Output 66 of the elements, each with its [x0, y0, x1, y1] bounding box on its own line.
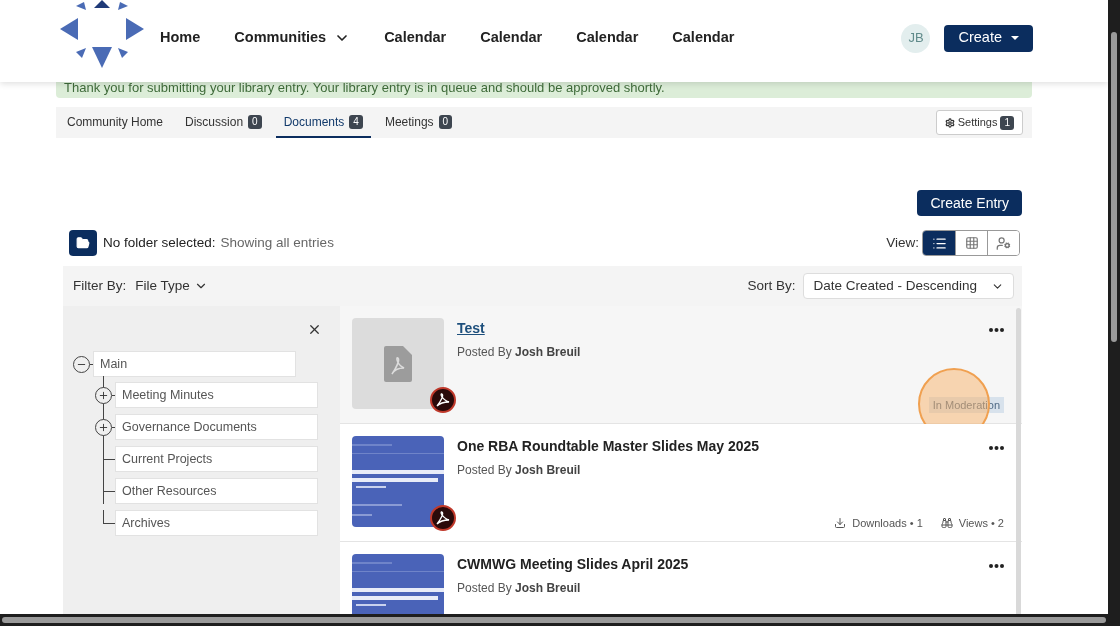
binoculars-icon [940, 516, 953, 529]
document-entry[interactable]: One RBA Roundtable Master Slides May 2025 Posted By Josh Breuil Downloads • 1 Views • 2 [340, 424, 1022, 542]
caret-icon [1011, 36, 1019, 40]
count-badge: 0 [248, 114, 262, 129]
scrollbar[interactable] [1016, 308, 1021, 614]
nav-link[interactable]: Calendar [576, 27, 639, 49]
tab[interactable]: Community Home [59, 107, 172, 138]
settings-button[interactable]: Settings 1 [935, 110, 1023, 135]
count-badge: 0 [438, 114, 453, 129]
folder-status-value: Showing all entries [220, 233, 334, 252]
posted-by-text: Posted By Josh Breuil [457, 462, 582, 479]
pdf-file-icon [384, 345, 412, 382]
document-title[interactable]: CWMWG Meeting Slides April 2025 [457, 554, 1004, 575]
count-badge: 1 [1000, 115, 1014, 130]
folder-button[interactable] [69, 230, 97, 256]
user-settings-icon [996, 235, 1011, 251]
collapse-icon[interactable] [73, 355, 90, 373]
more-icon [989, 328, 1004, 332]
create-button[interactable]: Create [944, 24, 1033, 52]
list-view-icon [931, 235, 947, 251]
expand-icon[interactable] [95, 418, 112, 436]
posted-by-text: Posted By Josh Breuil [457, 580, 582, 597]
download-icon [834, 516, 847, 529]
more-options-button[interactable] [989, 328, 1004, 332]
stat-text: Views • 2 [940, 514, 1004, 531]
tree-item[interactable]: Main [93, 351, 296, 377]
create-entry-button[interactable]: Create Entry [917, 190, 1022, 216]
tree-item[interactable]: Other Resources [115, 478, 318, 504]
scrollbar[interactable] [0, 614, 1108, 626]
view-toggle[interactable] [923, 231, 955, 255]
nav-link[interactable]: Calendar [384, 27, 447, 49]
tree-item[interactable]: Meeting Minutes [115, 382, 318, 408]
more-options-button[interactable] [989, 564, 1004, 568]
more-icon [989, 564, 1004, 568]
nav-link[interactable]: Calendar [672, 27, 735, 49]
tree-item[interactable]: Governance Documents [115, 414, 318, 440]
nav-link[interactable]: Calendar [480, 27, 543, 49]
scrollbar[interactable] [1108, 0, 1120, 626]
tab[interactable]: Discussion 0 [177, 107, 270, 138]
grid-view-icon [964, 236, 979, 250]
more-icon [989, 446, 1004, 450]
stat-text: Downloads • 1 [834, 514, 923, 531]
logo[interactable] [60, 0, 144, 70]
tree-item[interactable]: Current Projects [115, 446, 318, 472]
folder-status-label: No folder selected: [103, 233, 216, 252]
file-type-dropdown[interactable]: File Type [135, 275, 208, 297]
tab[interactable]: Meetings 0 [376, 107, 461, 138]
nav-link[interactable]: Communities [234, 27, 351, 49]
filter-label: Filter By: [73, 276, 127, 295]
view-toggle[interactable] [987, 231, 1019, 255]
folder-icon [76, 236, 90, 250]
close-button[interactable] [307, 322, 322, 337]
document-title[interactable]: One RBA Roundtable Master Slides May 2025 [457, 436, 1004, 457]
expand-icon[interactable] [95, 386, 112, 404]
tab[interactable]: Documents 4 [275, 107, 371, 138]
sort-dropdown[interactable]: Date Created - Descending [803, 273, 1014, 299]
close-icon [307, 322, 322, 337]
count-badge: 4 [349, 114, 363, 129]
gear-icon [944, 117, 955, 128]
sort-label: Sort By: [747, 276, 796, 295]
tree-item[interactable]: Archives [115, 510, 318, 536]
nav-link[interactable]: Home [160, 27, 201, 49]
document-title-link[interactable]: Test [457, 318, 1004, 339]
view-label: View: [886, 233, 919, 252]
more-options-button[interactable] [989, 446, 1004, 450]
posted-by-text: Posted By Josh Breuil [457, 344, 582, 361]
